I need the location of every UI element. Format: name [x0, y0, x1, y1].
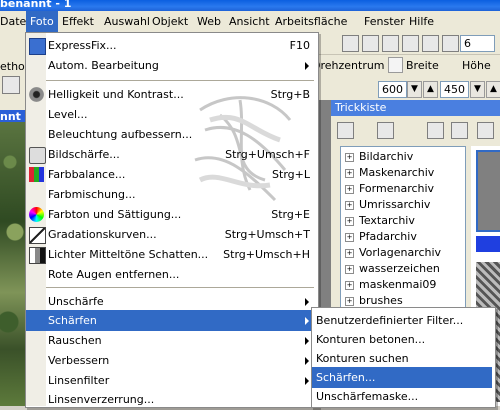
height-up-icon[interactable]: ▲ — [486, 81, 500, 98]
view-thumbnails-icon[interactable] — [451, 122, 468, 139]
height-input[interactable]: 450 — [440, 81, 469, 98]
menu-item-gradationskurven[interactable]: Gradationskurven... Strg+Umsch+T — [26, 224, 316, 245]
menu-item-linsenverzerrung[interactable]: Linsenverzerrung... — [26, 389, 316, 410]
zoom-field[interactable]: 6 — [460, 35, 495, 52]
tree-item[interactable]: + wasserzeichen — [345, 261, 440, 277]
trickkiste-toolbar — [331, 116, 500, 146]
height-label: Höhe — [462, 59, 491, 72]
photo-canvas — [0, 122, 25, 406]
submenu-arrow-icon — [305, 317, 309, 325]
curves-icon — [29, 227, 46, 244]
submenu-arrow-icon — [305, 337, 309, 345]
toolbar: 6 — [310, 32, 500, 54]
tree-item[interactable]: + Vorlagenarchiv — [345, 245, 441, 261]
menu-item-linsenfilter[interactable]: Linsenfilter — [26, 370, 316, 391]
submenu-arrow-icon — [305, 62, 309, 70]
menu-item-farbbalance[interactable]: Farbbalance... Strg+L — [26, 164, 316, 185]
tree-item[interactable]: + Umrissarchiv — [345, 197, 430, 213]
menu-item-unschaerfe[interactable]: Unschärfe — [26, 291, 316, 312]
submenu-arrow-icon — [305, 357, 309, 365]
tool-icon[interactable] — [422, 35, 439, 52]
menu-item-schaerfen[interactable]: Schärfen — [26, 310, 316, 331]
menu-item-lichter[interactable]: Lichter Mitteltöne Schatten... Strg+Umsch… — [26, 244, 316, 265]
tool-icon[interactable] — [2, 76, 20, 94]
menu-hilfe[interactable]: Hilfe — [405, 11, 438, 32]
menu-item-bildschaerfe[interactable]: Bildschärfe... Strg+Umsch+F — [26, 144, 316, 165]
menu-bar: Datei Foto Effekt Auswahl Objekt Web Ans… — [0, 11, 500, 33]
menu-auswahl[interactable]: Auswahl — [100, 11, 154, 32]
menu-foto[interactable]: Foto — [26, 11, 58, 32]
menu-item-expressfix[interactable]: ExpressFix... F10 — [26, 35, 316, 56]
menu-arbeitsflaeche[interactable]: Arbeitsfläche — [271, 11, 351, 32]
submenu-item-konturen-betonen[interactable]: Konturen betonen... — [312, 329, 492, 350]
tree-item[interactable]: + Bildarchiv — [345, 149, 413, 165]
options-bar: Drehzentrum Breite Höhe 600 ▼ ▲ 450 ▼ ▲ — [310, 54, 500, 101]
tool-icon[interactable] — [342, 35, 359, 52]
submenu-item-konturen-suchen[interactable]: Konturen suchen — [312, 348, 492, 369]
window-title: benannt - 1 — [0, 0, 72, 10]
tool-icon[interactable] — [442, 35, 459, 52]
submenu-item-unschaerfemaske[interactable]: Unschärfemaske... — [312, 386, 492, 407]
height-down-icon[interactable]: ▼ — [470, 81, 485, 98]
thumbnail[interactable] — [476, 236, 500, 252]
menu-effekt[interactable]: Effekt — [58, 11, 98, 32]
tree-item[interactable]: + Formenarchiv — [345, 181, 434, 197]
submenu-arrow-icon — [305, 298, 309, 306]
library-icon[interactable] — [377, 122, 394, 139]
brightness-icon — [29, 87, 44, 102]
submenu-arrow-icon — [305, 377, 309, 385]
width-label: Breite — [406, 59, 439, 72]
title-bar: benannt - 1 — [0, 0, 500, 11]
menu-ansicht[interactable]: Ansicht — [225, 11, 274, 32]
expressfix-icon — [29, 38, 46, 55]
submenu-item-schaerfen[interactable]: Schärfen... — [312, 367, 492, 388]
menu-item-farbmischung[interactable]: Farbmischung... — [26, 184, 316, 205]
hue-icon — [29, 207, 44, 222]
tool-icon[interactable] — [362, 35, 379, 52]
tool-icon[interactable] — [382, 35, 399, 52]
menu-fenster[interactable]: Fenster — [360, 11, 409, 32]
menu-item-autom-bearbeitung[interactable]: Autom. Bearbeitung — [26, 55, 316, 76]
menu-item-verbessern[interactable]: Verbessern — [26, 350, 316, 371]
colorbalance-icon — [29, 167, 44, 182]
tones-icon — [29, 247, 46, 264]
settings-icon[interactable] — [477, 122, 494, 139]
tree-item[interactable]: + maskenmai09 — [345, 277, 436, 293]
menu-item-beleuchtung[interactable]: Beleuchtung aufbessern... — [26, 124, 316, 145]
menu-web[interactable]: Web — [193, 11, 225, 32]
menu-item-helligkeit[interactable]: Helligkeit und Kontrast... Strg+B — [26, 84, 316, 105]
home-icon[interactable] — [337, 122, 354, 139]
width-down-icon[interactable]: ▼ — [407, 81, 422, 98]
menu-item-rauschen[interactable]: Rauschen — [26, 330, 316, 351]
tool-icon[interactable] — [402, 35, 419, 52]
archive-tree: + Bildarchiv + Maskenarchiv + Formenarchiv … — [340, 146, 466, 318]
menu-item-farbton[interactable]: Farbton und Sättigung... Strg+E — [26, 204, 316, 225]
view-list-icon[interactable] — [427, 122, 444, 139]
menu-item-level[interactable]: Level... — [26, 104, 316, 125]
submenu-item-benutzerdefiniert[interactable]: Benutzerdefinierter Filter... — [312, 310, 492, 331]
menu-objekt[interactable]: Objekt — [148, 11, 192, 32]
menu-separator — [46, 80, 314, 81]
menu-item-rote-augen[interactable]: Rote Augen entfernen... — [26, 264, 316, 285]
width-input[interactable]: 600 — [378, 81, 407, 98]
lock-icon[interactable] — [388, 57, 403, 73]
rotation-center-label: Drehzentrum — [312, 59, 385, 72]
tree-item[interactable]: + Maskenarchiv — [345, 165, 434, 181]
sharpness-icon — [29, 147, 46, 164]
trickkiste-title: Trickkiste — [331, 100, 500, 116]
tree-item[interactable]: + Textarchiv — [345, 213, 415, 229]
thumbnail[interactable] — [476, 150, 500, 232]
menu-separator — [46, 287, 314, 288]
tree-item[interactable]: + Pfadarchiv — [345, 229, 417, 245]
width-up-icon[interactable]: ▲ — [423, 81, 438, 98]
